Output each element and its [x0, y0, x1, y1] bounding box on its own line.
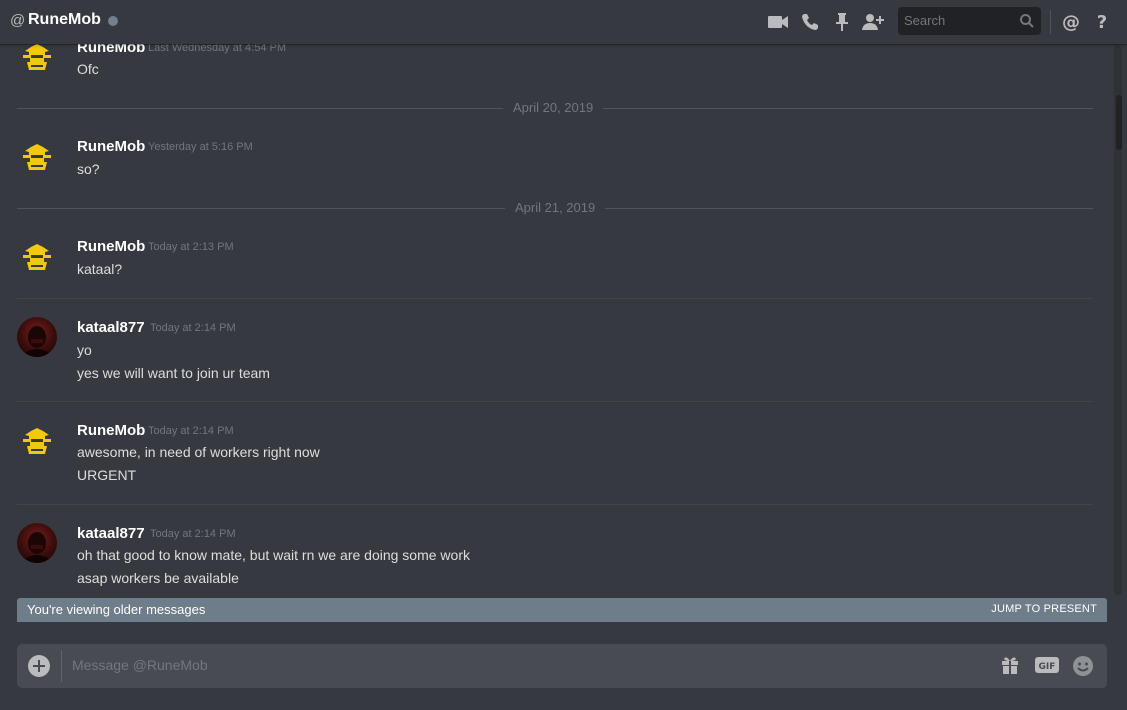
svg-text:?: ? — [1097, 12, 1107, 32]
svg-text:GIF: GIF — [1039, 662, 1056, 672]
message-author[interactable]: kataal877 — [77, 525, 145, 542]
message-text: awesome, in need of workers right now — [77, 444, 320, 460]
message-text: kataal? — [77, 261, 123, 277]
message-text: Ofc — [77, 61, 99, 77]
message-timestamp: Today at 2:14 PM — [148, 425, 234, 437]
message-text: so? — [77, 161, 100, 177]
gift-icon[interactable] — [1000, 655, 1020, 680]
composer-divider — [61, 650, 62, 682]
pin-icon[interactable] — [831, 11, 853, 33]
date-label: April 20, 2019 — [503, 100, 604, 115]
older-messages-bar[interactable]: You're viewing older messages JUMP TO PR… — [17, 598, 1107, 622]
message-timestamp: Yesterday at 5:16 PM — [148, 141, 253, 153]
header-divider — [1050, 10, 1051, 34]
upload-plus-icon[interactable] — [28, 655, 50, 677]
message-divider — [17, 298, 1093, 299]
message-composer: Message @RuneMob GIF — [17, 644, 1107, 688]
emoji-icon[interactable] — [1072, 655, 1094, 682]
phone-icon[interactable] — [799, 11, 821, 33]
messages-scroller[interactable]: RuneMob Last Wednesday at 4:54 PM Ofc Ap… — [0, 0, 1127, 596]
jump-to-present-button[interactable]: JUMP TO PRESENT — [991, 603, 1097, 615]
date-label: April 21, 2019 — [505, 200, 606, 215]
channel-header: @ RuneMob Search @ ? — [0, 0, 1127, 44]
message-divider — [17, 401, 1093, 402]
message-text: yo — [77, 342, 92, 358]
message-timestamp: Today at 2:14 PM — [150, 322, 236, 334]
channel-name[interactable]: RuneMob — [28, 11, 101, 29]
video-icon[interactable] — [767, 11, 789, 33]
message-author[interactable]: kataal877 — [77, 319, 145, 336]
help-icon[interactable]: ? — [1091, 11, 1113, 33]
avatar[interactable] — [17, 317, 57, 357]
message-text: oh that good to know mate, but wait rn w… — [77, 547, 470, 563]
message-timestamp: Today at 2:13 PM — [148, 241, 234, 253]
search-placeholder: Search — [904, 13, 946, 28]
message-input[interactable]: Message @RuneMob — [72, 657, 208, 673]
avatar[interactable] — [17, 237, 57, 277]
message-text: asap workers be available — [77, 570, 239, 586]
message-author[interactable]: RuneMob — [77, 238, 145, 255]
avatar[interactable] — [17, 137, 57, 177]
message-author[interactable]: RuneMob — [77, 422, 145, 439]
scrollbar-thumb[interactable] — [1116, 95, 1122, 150]
add-friend-icon[interactable] — [862, 11, 884, 33]
search-icon[interactable] — [1019, 13, 1035, 34]
search-input[interactable]: Search — [898, 7, 1041, 35]
avatar[interactable] — [17, 421, 57, 461]
older-messages-text: You're viewing older messages — [27, 602, 206, 617]
gif-icon[interactable]: GIF — [1035, 655, 1059, 680]
message-text: yes we will want to join ur team — [77, 365, 270, 381]
message-divider — [17, 504, 1093, 505]
message-timestamp: Today at 2:14 PM — [150, 528, 236, 540]
at-symbol: @ — [10, 12, 26, 29]
status-indicator — [108, 16, 118, 26]
mention-icon[interactable]: @ — [1060, 11, 1082, 33]
message-author[interactable]: RuneMob — [77, 138, 145, 155]
avatar[interactable] — [17, 523, 57, 563]
svg-text:@: @ — [1062, 12, 1080, 32]
message-text: URGENT — [77, 467, 137, 483]
